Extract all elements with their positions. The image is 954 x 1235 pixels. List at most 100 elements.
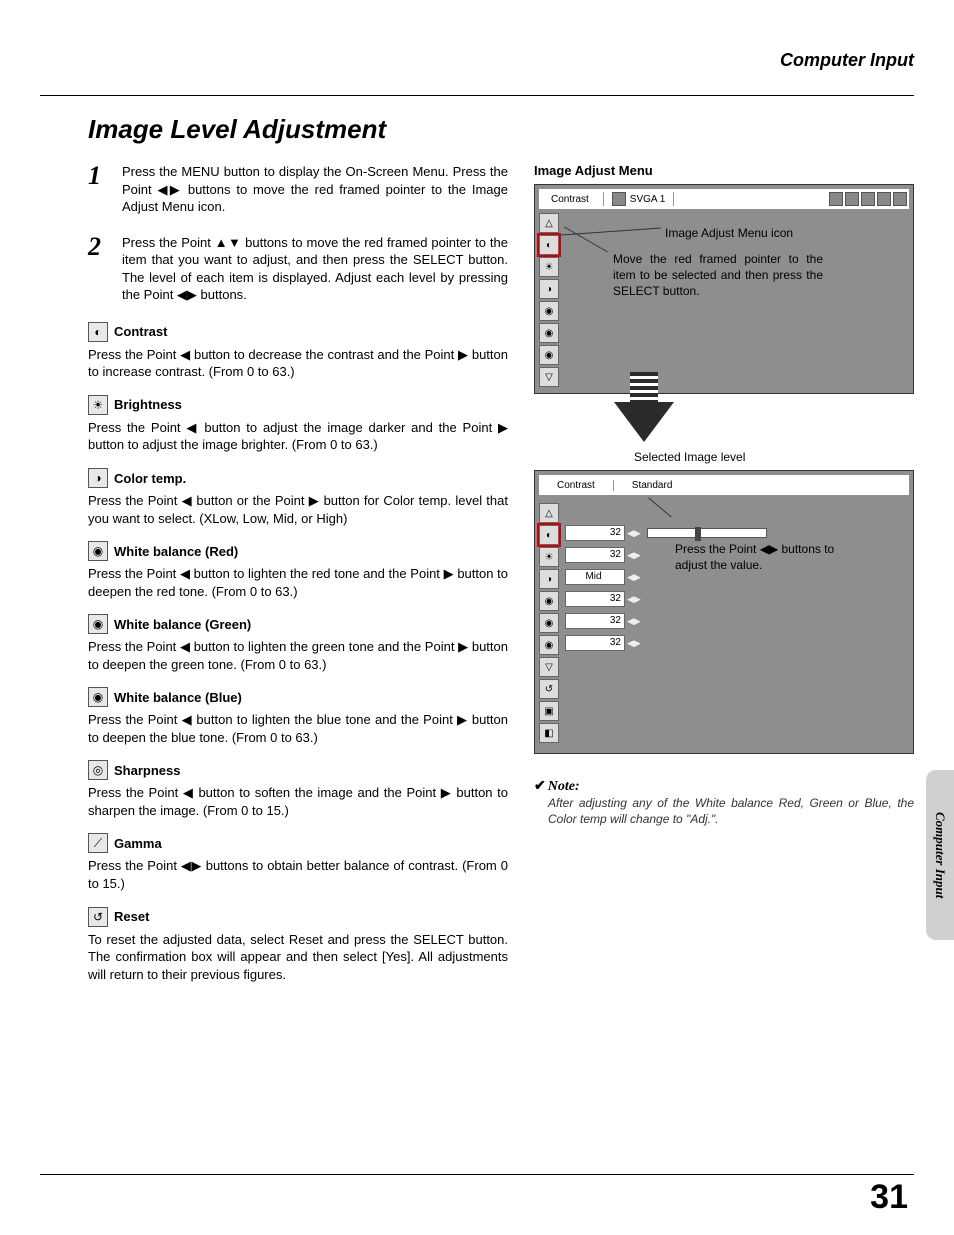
- item-gamma: ⟋ Gamma Press the Point ◀▶ buttons to ob…: [88, 833, 508, 892]
- menu-item-icon: ◐: [539, 525, 559, 545]
- side-tab: Computer Input: [926, 770, 954, 940]
- note-block: ✔Note: After adjusting any of the White …: [534, 778, 914, 827]
- item-title: Brightness: [114, 397, 182, 412]
- reset-icon: ↺: [88, 907, 108, 927]
- item-color-temp: ◑ Color temp. Press the Point ◀ button o…: [88, 468, 508, 527]
- item-contrast: ◐ Contrast Press the Point ◀ button to d…: [88, 322, 508, 381]
- item-wb-red: ◉ White balance (Red) Press the Point ◀ …: [88, 541, 508, 600]
- note-heading: Note:: [548, 779, 580, 794]
- top-icon: [861, 192, 875, 206]
- item-wb-green: ◉ White balance (Green) Press the Point …: [88, 614, 508, 673]
- menu-item-icon: ☀: [539, 257, 559, 277]
- mode-label: SVGA 1: [630, 194, 666, 205]
- scroll-down-icon: ▽: [539, 657, 559, 677]
- item-title: Color temp.: [114, 471, 186, 486]
- callout-text: Move the red framed pointer to the item …: [613, 251, 823, 300]
- step-number: 2: [88, 234, 108, 304]
- callout-text: Image Adjust Menu icon: [665, 225, 793, 241]
- check-icon: ✔: [534, 779, 546, 794]
- menu-item-icon: ◉: [539, 323, 559, 343]
- step-text: Press the Point ▲▼ buttons to move the r…: [122, 234, 508, 304]
- adjust-arrows-icon: ◀▶: [627, 616, 641, 627]
- item-title: Sharpness: [114, 763, 180, 778]
- leader-line: [564, 227, 608, 253]
- selected-level-label: Selected Image level: [634, 450, 914, 464]
- note-body: After adjusting any of the White balance…: [534, 795, 914, 827]
- item-body: Press the Point ◀ button to lighten the …: [88, 638, 508, 673]
- sharpness-icon: ◎: [88, 760, 108, 780]
- footer-rule: [40, 1174, 914, 1175]
- step-text: Press the MENU button to display the On-…: [122, 163, 508, 216]
- section-header: Computer Input: [40, 50, 914, 71]
- scroll-up-icon: △: [539, 213, 559, 233]
- right-heading: Image Adjust Menu: [534, 163, 914, 178]
- item-title: Contrast: [114, 324, 167, 339]
- brightness-icon: ☀: [88, 395, 108, 415]
- menu-item-icon: ◐: [539, 235, 559, 255]
- menu-item-icon: ◉: [539, 635, 559, 655]
- item-brightness: ☀ Brightness Press the Point ◀ button to…: [88, 395, 508, 454]
- item-reset: ↺ Reset To reset the adjusted data, sele…: [88, 907, 508, 984]
- color-temp-icon: ◑: [88, 468, 108, 488]
- header-rule: [40, 95, 914, 96]
- top-icon: [877, 192, 891, 206]
- adjust-arrows-icon: ◀▶: [627, 638, 641, 649]
- item-title: Reset: [114, 909, 149, 924]
- callout-text: Press the Point ◀▶ buttons to adjust the…: [675, 541, 845, 573]
- value-box: 32: [565, 635, 625, 651]
- top-icon: [845, 192, 859, 206]
- item-title: White balance (Blue): [114, 690, 242, 705]
- value-box: 32: [565, 525, 625, 541]
- item-body: Press the Point ◀▶ buttons to obtain bet…: [88, 857, 508, 892]
- item-title: White balance (Red): [114, 544, 238, 559]
- reset-menu-icon: ↺: [539, 679, 559, 699]
- down-arrow-icon: [614, 402, 674, 442]
- item-body: Press the Point ◀ button or the Point ▶ …: [88, 492, 508, 527]
- adjust-arrows-icon: ◀▶: [627, 572, 641, 583]
- item-sharpness: ◎ Sharpness Press the Point ◀ button to …: [88, 760, 508, 819]
- value-slider: [647, 528, 767, 538]
- gamma-icon: ⟋: [88, 833, 108, 853]
- menu-item-icon: ◉: [539, 613, 559, 633]
- menu2-label-b: Standard: [613, 480, 691, 491]
- scroll-up-icon: △: [539, 503, 559, 523]
- menu-item-icon: ◉: [539, 301, 559, 321]
- wb-red-icon: ◉: [88, 541, 108, 561]
- step-2: 2 Press the Point ▲▼ buttons to move the…: [88, 234, 508, 304]
- adjust-arrows-icon: ◀▶: [627, 550, 641, 561]
- menu-item-icon: ◑: [539, 569, 559, 589]
- value-box: 32: [565, 613, 625, 629]
- item-body: Press the Point ◀ button to adjust the i…: [88, 419, 508, 454]
- page-number: 31: [870, 1178, 908, 1217]
- value-box: 32: [565, 547, 625, 563]
- store-menu-icon: ▣: [539, 701, 559, 721]
- left-column: 1 Press the MENU button to display the O…: [88, 163, 508, 983]
- menu-item-icon: ☀: [539, 547, 559, 567]
- item-body: Press the Point ◀ button to soften the i…: [88, 784, 508, 819]
- menu-item-icon: ◉: [539, 345, 559, 365]
- mode-icon: [612, 192, 626, 206]
- value-box: 32: [565, 591, 625, 607]
- menu-screenshot-1: Contrast SVGA 1 △ ◐ ☀ ◑ ◉: [534, 184, 914, 394]
- right-column: Image Adjust Menu Contrast SVGA 1 △ ◐: [534, 163, 914, 983]
- menu2-label-a: Contrast: [539, 480, 613, 491]
- menu-item-icon: ◑: [539, 279, 559, 299]
- wb-green-icon: ◉: [88, 614, 108, 634]
- exit-menu-icon: ◧: [539, 723, 559, 743]
- menu-label: Contrast: [541, 194, 599, 205]
- item-title: Gamma: [114, 836, 162, 851]
- scroll-down-icon: ▽: [539, 367, 559, 387]
- contrast-icon: ◐: [88, 322, 108, 342]
- adjust-arrows-icon: ◀▶: [627, 594, 641, 605]
- menu-item-icon: ◉: [539, 591, 559, 611]
- item-body: To reset the adjusted data, select Reset…: [88, 931, 508, 984]
- value-box: Mid: [565, 569, 625, 585]
- item-body: Press the Point ◀ button to decrease the…: [88, 346, 508, 381]
- item-body: Press the Point ◀ button to lighten the …: [88, 565, 508, 600]
- step-1: 1 Press the MENU button to display the O…: [88, 163, 508, 216]
- adjust-arrows-icon: ◀▶: [627, 528, 641, 539]
- item-body: Press the Point ◀ button to lighten the …: [88, 711, 508, 746]
- top-icon: [829, 192, 843, 206]
- side-tab-label: Computer Input: [932, 812, 948, 898]
- item-wb-blue: ◉ White balance (Blue) Press the Point ◀…: [88, 687, 508, 746]
